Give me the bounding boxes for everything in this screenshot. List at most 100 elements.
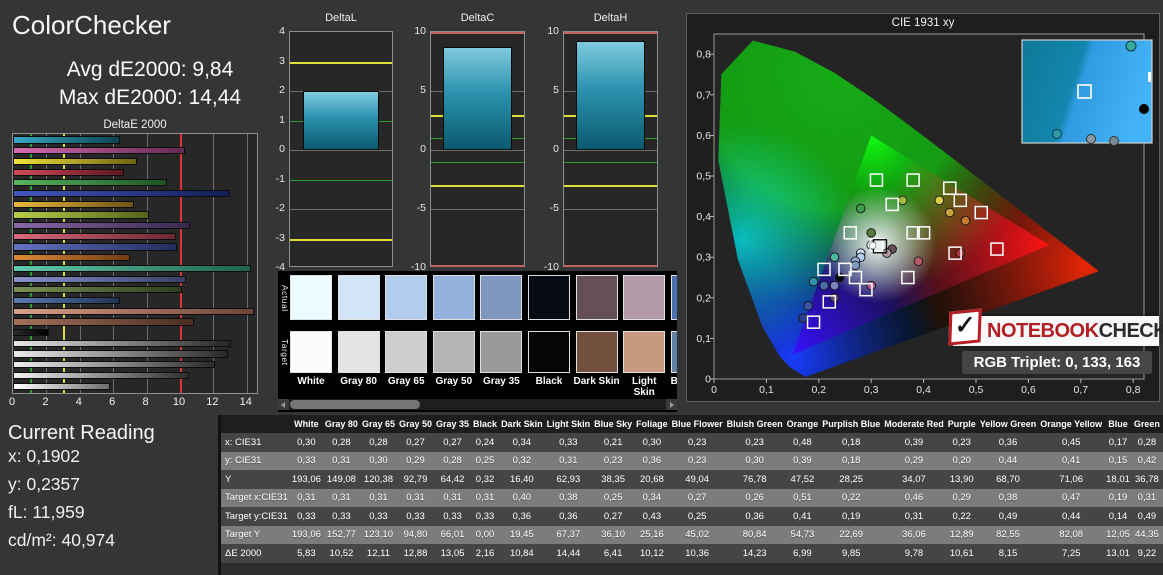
table-cell: 2,16	[471, 544, 500, 563]
table-cell: 0,29	[396, 451, 434, 470]
deltae2000-x-axis: 0 2 4 6 8 10 12 14	[9, 396, 264, 409]
measurement-table: White Gray 80 Gray 65 Gray 50 Gray 35 Black Da…	[218, 415, 1163, 575]
swatch-name-label: Blue Sky	[670, 376, 677, 387]
target-swatch-light-skin	[623, 331, 666, 373]
gridline	[246, 134, 248, 393]
table-cell: 54,73	[784, 525, 821, 544]
table-row: y: CIE31 0,33 0,31 0,30 0,29 0,28 0,25 0,32 0,31…	[221, 451, 1163, 470]
red-threshold-line	[564, 265, 657, 267]
table-cell: 193,06	[289, 525, 323, 544]
table-cell: 62,93	[544, 470, 593, 489]
swatch-scrollbar[interactable]	[278, 399, 677, 410]
x-tick-label: 4	[75, 396, 82, 408]
column-header: Black	[471, 415, 500, 433]
table-cell: 0,27	[592, 507, 635, 526]
column-header: Foliage	[634, 415, 670, 433]
y-tick-label: -1	[275, 172, 285, 185]
table-cell: 0,38	[544, 488, 593, 507]
table-cell: 0,23	[669, 451, 725, 470]
measured-point-magenta	[866, 280, 876, 291]
de-bar-orange	[13, 254, 130, 262]
measured-point-orange-yellow	[945, 207, 955, 218]
table-cell: 0,36	[544, 507, 593, 526]
current-reading-row: x: 0,1902	[8, 446, 80, 466]
row-label: Target y:CIE31	[221, 507, 290, 526]
y-tick-label: 10	[547, 25, 559, 37]
svg-text:0,4: 0,4	[916, 384, 931, 396]
green-threshold-line	[290, 179, 392, 181]
deltah-chart	[563, 31, 658, 267]
actual-swatch-dark-skin	[575, 275, 618, 320]
svg-text:0,3: 0,3	[864, 384, 879, 396]
gridline	[290, 150, 392, 151]
svg-text:0,7: 0,7	[696, 89, 711, 101]
table-cell: 0,49	[977, 507, 1039, 526]
table-cell: 0,29	[882, 451, 946, 470]
table-cell: 120,38	[359, 470, 397, 489]
de-bar-dark-skin	[13, 318, 195, 326]
measured-point-bluish-green	[829, 252, 840, 262]
table-cell: 0,28	[322, 433, 360, 452]
target-swatch-gray-50	[432, 331, 475, 373]
measured-point-yellow-green	[897, 195, 908, 206]
swatch-scrollbar-thumb[interactable]	[290, 400, 420, 409]
table-cell: 38,35	[592, 470, 635, 489]
table-cell: 0,24	[471, 433, 500, 452]
row-label: Target Y	[221, 525, 290, 544]
de-bar-foliage	[13, 286, 182, 294]
actual-row-label: Actual	[280, 284, 290, 312]
calibration-report-screen: ColorChecker Avg dE2000: 9,84 Max dE2000…	[0, 0, 1163, 575]
table-cell: 7,25	[1038, 544, 1105, 563]
cie-zoom-inset	[1021, 39, 1153, 146]
gridline	[290, 209, 392, 210]
de-bar-blue	[13, 189, 231, 198]
svg-text:0,8: 0,8	[696, 49, 711, 61]
column-header: Green	[1131, 415, 1162, 433]
table-cell: 71,06	[1038, 470, 1105, 489]
scroll-left-arrow-icon[interactable]	[278, 399, 289, 410]
mini-chart-title: DeltaL	[325, 12, 357, 24]
table-cell: 18,01	[1104, 470, 1132, 489]
scroll-right-arrow-icon[interactable]	[666, 399, 677, 410]
actual-swatch-white	[290, 275, 332, 320]
table-cell: 5,83	[289, 544, 323, 563]
table-cell: 0,48	[784, 433, 821, 452]
table-cell: 0,18	[820, 433, 883, 452]
table-cell: 0,23	[592, 451, 635, 470]
table-cell: 0,33	[471, 507, 500, 526]
gridline	[564, 209, 657, 210]
yellow-threshold-line	[290, 61, 392, 64]
svg-text:0,6: 0,6	[1021, 384, 1036, 396]
column-header: Dark Skin	[499, 415, 545, 433]
table-cell: 34,07	[882, 470, 946, 489]
measured-point-blue	[798, 313, 808, 323]
table-cell: 0,39	[784, 451, 821, 470]
de-bar-orange-yellow	[13, 200, 135, 208]
table-cell: 25,16	[634, 525, 670, 544]
table-row: Target y:CIE31 0,33 0,33 0,33 0,33 0,33 0,33 0,…	[221, 507, 1163, 526]
svg-text:0,6: 0,6	[696, 130, 711, 142]
measured-point-orange	[960, 215, 971, 226]
table-cell: 22,69	[820, 525, 883, 544]
table-cell: 0,36	[634, 451, 670, 470]
table-cell: 0,33	[289, 507, 323, 526]
table-cell: 10,36	[669, 544, 725, 563]
column-header: Gray 65	[359, 415, 397, 433]
row-label: ΔE 2000	[221, 544, 290, 563]
table-cell: 13,01	[1104, 544, 1132, 563]
table-cell: 0,20	[945, 451, 978, 470]
mini-chart-title: DeltaC	[460, 12, 495, 24]
table-cell: 123,10	[359, 525, 397, 544]
column-header: Yellow Green	[977, 415, 1039, 433]
de-bar-yellow	[13, 157, 137, 166]
measured-point-purple	[829, 293, 840, 303]
svg-text:0,1: 0,1	[759, 384, 774, 396]
column-header: Orange	[784, 415, 821, 433]
green-threshold-line	[564, 161, 657, 163]
target-swatch-dark-skin	[575, 331, 618, 373]
table-cell: 76,78	[724, 470, 785, 489]
svg-text:0: 0	[711, 384, 717, 396]
gridline	[431, 150, 524, 151]
table-cell: 0,31	[1131, 488, 1162, 507]
page-title: ColorChecker	[12, 10, 171, 40]
